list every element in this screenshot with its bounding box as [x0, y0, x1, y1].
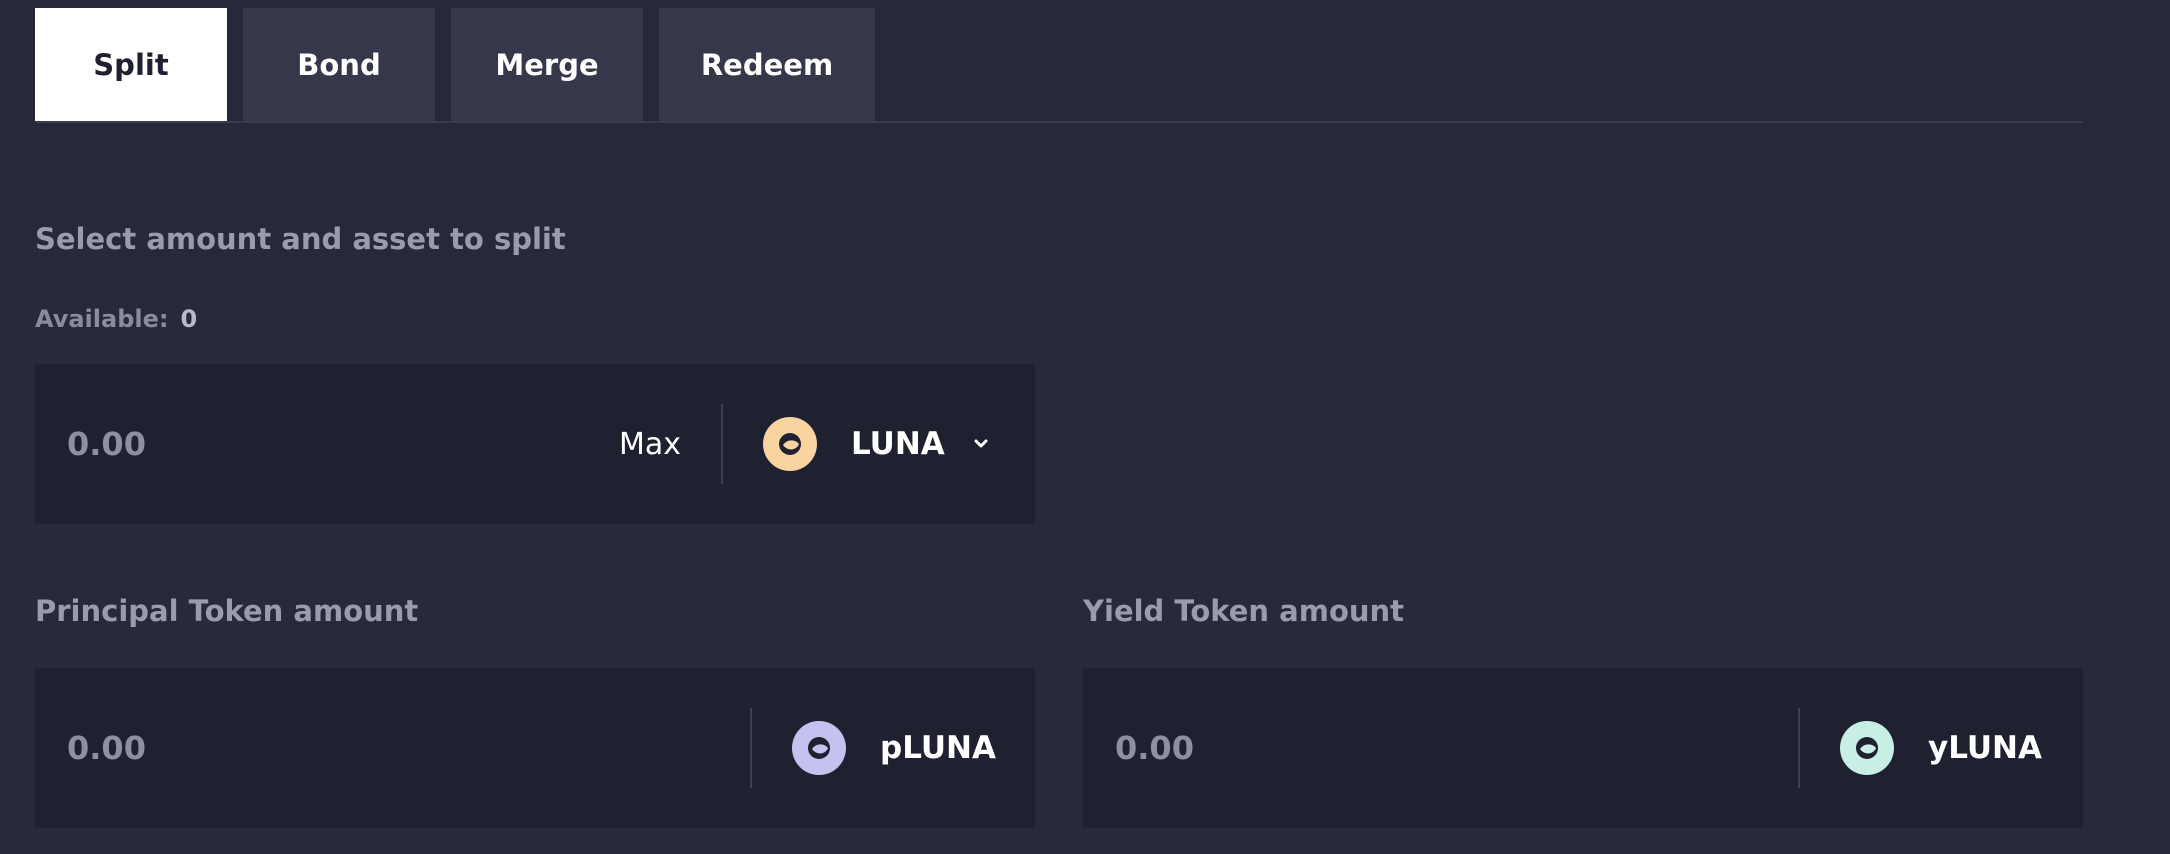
split-amount-input[interactable]: 0.00: [67, 364, 587, 524]
chevron-down-icon[interactable]: [971, 434, 991, 454]
luna-icon: [763, 417, 817, 471]
principal-token-name: pLUNA: [880, 730, 996, 766]
yield-token-label: Yield Token amount: [1083, 594, 1405, 628]
yield-token: yLUNA: [1840, 668, 2042, 828]
available-balance: Available: 0: [35, 305, 197, 333]
split-section-title: Select amount and asset to split: [35, 222, 566, 256]
available-label: Available:: [35, 305, 169, 333]
split-amount-panel: 0.00 Max LUNA: [35, 364, 1035, 524]
asset-name: LUNA: [851, 426, 945, 462]
principal-token: pLUNA: [792, 668, 996, 828]
tab-bond[interactable]: Bond: [243, 8, 435, 121]
principal-token-label: Principal Token amount: [35, 594, 419, 628]
principal-amount-value: 0.00: [67, 729, 146, 767]
divider: [750, 708, 752, 788]
max-button[interactable]: Max: [619, 364, 681, 524]
yluna-icon: [1840, 721, 1894, 775]
yield-token-name: yLUNA: [1928, 730, 2042, 766]
yield-amount-value: 0.00: [1115, 729, 1194, 767]
asset-selector[interactable]: LUNA: [763, 364, 991, 524]
app-page: Split Bond Merge Redeem Select amount an…: [0, 0, 2170, 854]
divider: [1798, 708, 1800, 788]
pluna-icon: [792, 721, 846, 775]
tab-redeem[interactable]: Redeem: [659, 8, 875, 121]
tab-bar: Split Bond Merge Redeem: [35, 8, 2083, 123]
divider: [721, 404, 723, 484]
tab-split[interactable]: Split: [35, 8, 227, 121]
yield-amount-panel: 0.00 yLUNA: [1083, 668, 2083, 828]
available-value: 0: [180, 305, 198, 333]
tab-merge[interactable]: Merge: [451, 8, 643, 121]
principal-amount-panel: 0.00 pLUNA: [35, 668, 1035, 828]
